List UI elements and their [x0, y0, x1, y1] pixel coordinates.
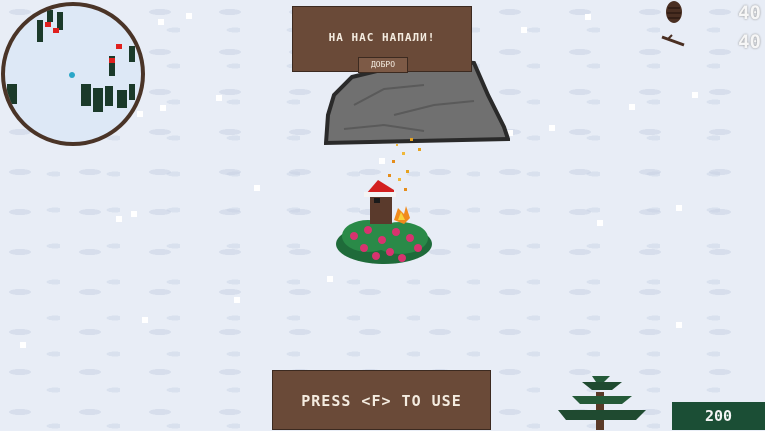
pine-cone-icon: [666, 1, 682, 23]
snowflake: [549, 125, 555, 131]
snowflake: [254, 185, 260, 191]
dialog-ok-button[interactable]: ДОБРО: [358, 57, 408, 73]
snowflake: [160, 105, 166, 111]
snowflake: [676, 322, 682, 328]
stick-icon: [661, 34, 685, 47]
snowflake: [158, 19, 164, 25]
snowflake: [585, 14, 591, 20]
minimap-tree: [129, 84, 135, 100]
stick-count: 40: [738, 31, 761, 53]
snowflake: [216, 95, 222, 101]
snowflake: [131, 211, 137, 217]
pine-tree: [558, 376, 646, 430]
player-character[interactable]: [334, 178, 434, 272]
snowflake: [327, 276, 333, 282]
minimap-enemy: [116, 44, 122, 49]
minimap: [1, 2, 145, 146]
snowflake: [629, 104, 635, 110]
minimap-enemy: [45, 22, 51, 27]
minimap-player: [69, 72, 75, 78]
minimap-tree: [47, 10, 53, 22]
alert-dialog: НА НАС НАПАЛИ! ДОБРО: [292, 6, 472, 73]
snowflake: [597, 220, 603, 226]
snowflake: [137, 111, 143, 117]
minimap-tree: [105, 86, 113, 106]
minimap-enemy: [109, 58, 115, 63]
snowflake: [692, 92, 698, 98]
score-counter: 200: [672, 402, 765, 430]
minimap-tree: [93, 88, 103, 112]
minimap-tree: [7, 84, 17, 104]
snowflake: [116, 216, 122, 222]
snowflake: [20, 342, 26, 348]
minimap-tree: [117, 90, 127, 108]
snowflake: [186, 13, 192, 19]
pine-cone-count: 40: [738, 2, 761, 24]
dialog-message: НА НАС НАПАЛИ!: [328, 31, 436, 44]
minimap-enemy: [53, 28, 59, 33]
snowflake: [676, 205, 682, 211]
snowflake: [142, 317, 148, 323]
minimap-tree: [129, 46, 135, 62]
snowflake: [521, 27, 527, 33]
use-prompt: PRESS <F> TO USE: [272, 370, 491, 430]
minimap-tree: [81, 84, 91, 106]
minimap-tree: [37, 20, 43, 42]
snowflake: [234, 297, 240, 303]
